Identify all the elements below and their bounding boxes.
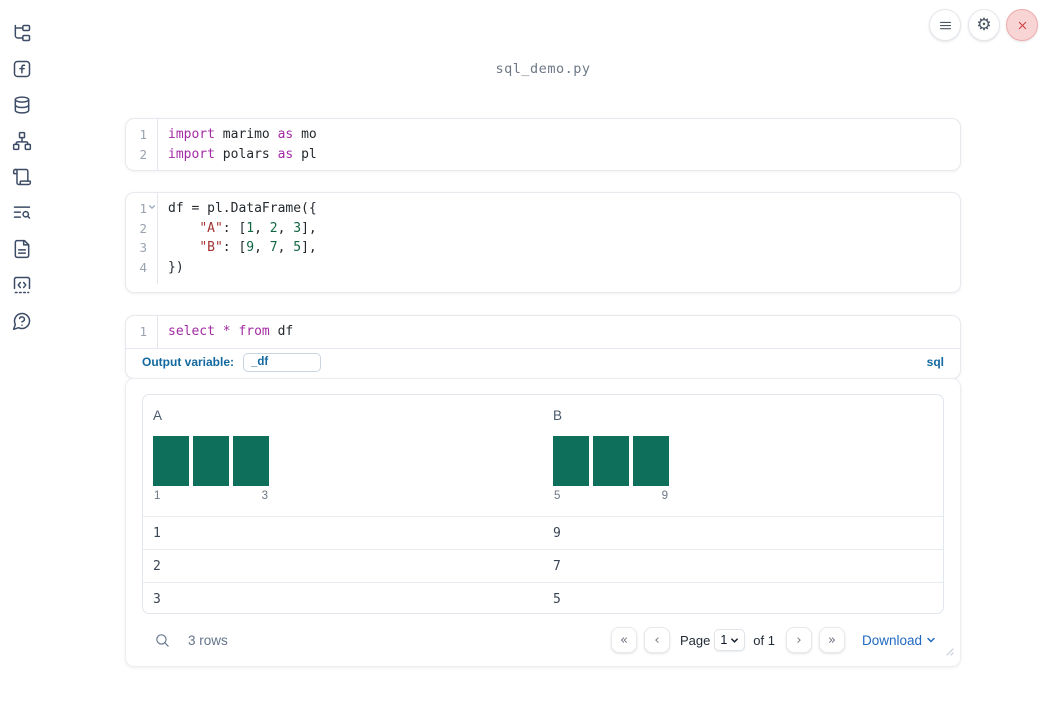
code-line[interactable]: df = pl.DataFrame({ bbox=[168, 199, 960, 219]
table-cell: 7 bbox=[553, 558, 561, 574]
close-x-icon[interactable] bbox=[1006, 9, 1038, 41]
dependency-graph-icon[interactable] bbox=[12, 131, 32, 151]
table-footer: 3 rows « ‹ Page 1 of 1 › » Download bbox=[142, 614, 944, 666]
line-number: 3 bbox=[139, 240, 147, 256]
code-editor[interactable]: select * from df bbox=[158, 316, 960, 348]
code-editor[interactable]: df = pl.DataFrame({ "A": [1, 2, 3], "B":… bbox=[158, 193, 960, 284]
column-histogram: 1 3 bbox=[153, 436, 269, 502]
sql-cell[interactable]: 1 select * from df Output variable: sql bbox=[125, 315, 961, 379]
histogram-bar bbox=[593, 436, 629, 486]
row-count-label: 3 rows bbox=[188, 632, 228, 648]
table-row[interactable]: 19 bbox=[143, 516, 943, 549]
column-header-a[interactable]: A 1 3 bbox=[143, 395, 543, 516]
last-page-button[interactable]: » bbox=[818, 627, 845, 653]
data-table: A 1 3 B 5 9 1 9 2 7 3 5 bbox=[142, 394, 944, 614]
line-number: 1 bbox=[139, 127, 147, 142]
notebook-filename[interactable]: sql_demo.py bbox=[125, 61, 961, 77]
chevron-down-icon bbox=[730, 636, 739, 645]
histogram-bar bbox=[553, 436, 589, 486]
table-body: 192735 bbox=[143, 516, 943, 613]
sidebar bbox=[12, 23, 32, 331]
page-of-label: of 1 bbox=[753, 632, 775, 648]
histogram-bar bbox=[233, 436, 269, 486]
list-search-icon[interactable] bbox=[12, 203, 32, 223]
column-name: B bbox=[553, 408, 563, 423]
line-number-gutter: 12 bbox=[126, 119, 158, 171]
table-header: A 1 3 B 5 9 bbox=[143, 395, 943, 516]
hamburger-menu-icon[interactable] bbox=[929, 9, 961, 41]
chevron-down-icon bbox=[926, 635, 936, 645]
sql-language-badge: sql bbox=[926, 355, 944, 370]
histogram-bar bbox=[153, 436, 189, 486]
line-number: 2 bbox=[139, 146, 147, 162]
marimo-notebook: ⚙ sql_demo.py 12 import marimo as mo impo… bbox=[0, 0, 1043, 713]
code-snippet-icon[interactable] bbox=[12, 275, 32, 295]
table-row[interactable]: 35 bbox=[143, 582, 943, 613]
hist-axis-min: 1 bbox=[154, 490, 161, 502]
scroll-icon[interactable] bbox=[12, 167, 32, 187]
code-editor[interactable]: import marimo as mo import polars as pl bbox=[158, 119, 960, 170]
document-icon[interactable] bbox=[12, 239, 32, 259]
output-variable-label: Output variable: bbox=[142, 355, 235, 370]
column-name: A bbox=[153, 408, 163, 423]
code-line[interactable]: "B": [9, 7, 5], bbox=[168, 238, 960, 258]
resize-handle-icon[interactable] bbox=[945, 643, 954, 661]
table-cell: 1 bbox=[153, 525, 161, 541]
line-number: 4 bbox=[139, 260, 147, 276]
column-header-b[interactable]: B 5 9 bbox=[543, 395, 943, 516]
next-page-button[interactable]: › bbox=[785, 627, 812, 653]
line-number: 1 bbox=[139, 324, 147, 339]
code-line[interactable]: import marimo as mo bbox=[168, 125, 960, 145]
help-icon[interactable] bbox=[12, 311, 32, 331]
table-row[interactable]: 27 bbox=[143, 549, 943, 582]
hist-axis-min: 5 bbox=[554, 490, 561, 502]
table-output-card: A 1 3 B 5 9 1 9 2 7 3 5 3 rows « ‹ Page … bbox=[125, 378, 961, 667]
code-line[interactable]: import polars as pl bbox=[168, 145, 960, 165]
code-line[interactable]: "A": [1, 2, 3], bbox=[168, 219, 960, 239]
database-icon[interactable] bbox=[12, 95, 32, 115]
output-variable-input[interactable] bbox=[243, 352, 322, 372]
gear-icon[interactable]: ⚙ bbox=[968, 9, 1000, 41]
table-cell: 5 bbox=[553, 591, 561, 607]
file-tree-icon[interactable] bbox=[12, 23, 32, 43]
hist-axis-max: 3 bbox=[261, 490, 268, 502]
table-cell: 9 bbox=[553, 525, 561, 541]
code-line[interactable]: select * from df bbox=[168, 322, 960, 342]
code-cell-imports[interactable]: 12 import marimo as mo import polars as p… bbox=[125, 118, 961, 171]
search-icon[interactable] bbox=[151, 629, 173, 651]
histogram-bar bbox=[633, 436, 669, 486]
download-button[interactable]: Download bbox=[862, 633, 936, 648]
line-number-gutter: 12 3 4 bbox=[126, 193, 158, 284]
line-number: 2 bbox=[139, 220, 147, 236]
table-cell: 2 bbox=[153, 558, 161, 574]
column-histogram: 5 9 bbox=[553, 436, 669, 502]
first-page-button[interactable]: « bbox=[610, 627, 637, 653]
function-icon[interactable] bbox=[12, 59, 32, 79]
page-label: Page bbox=[679, 632, 711, 648]
code-cell-dataframe[interactable]: 12 3 4 df = pl.DataFrame({ "A": [1, 2, 3],… bbox=[125, 192, 961, 293]
line-number: 1 bbox=[126, 199, 155, 219]
sql-cell-footer: Output variable: sql bbox=[126, 347, 960, 376]
fold-chevron-icon[interactable] bbox=[148, 203, 156, 211]
histogram-bar bbox=[193, 436, 229, 486]
line-number-gutter: 1 bbox=[126, 316, 158, 348]
table-cell: 3 bbox=[153, 591, 161, 607]
code-line[interactable]: }) bbox=[168, 258, 960, 278]
prev-page-button[interactable]: ‹ bbox=[643, 627, 670, 653]
page-select[interactable]: 1 bbox=[714, 629, 746, 651]
hist-axis-max: 9 bbox=[661, 490, 668, 502]
